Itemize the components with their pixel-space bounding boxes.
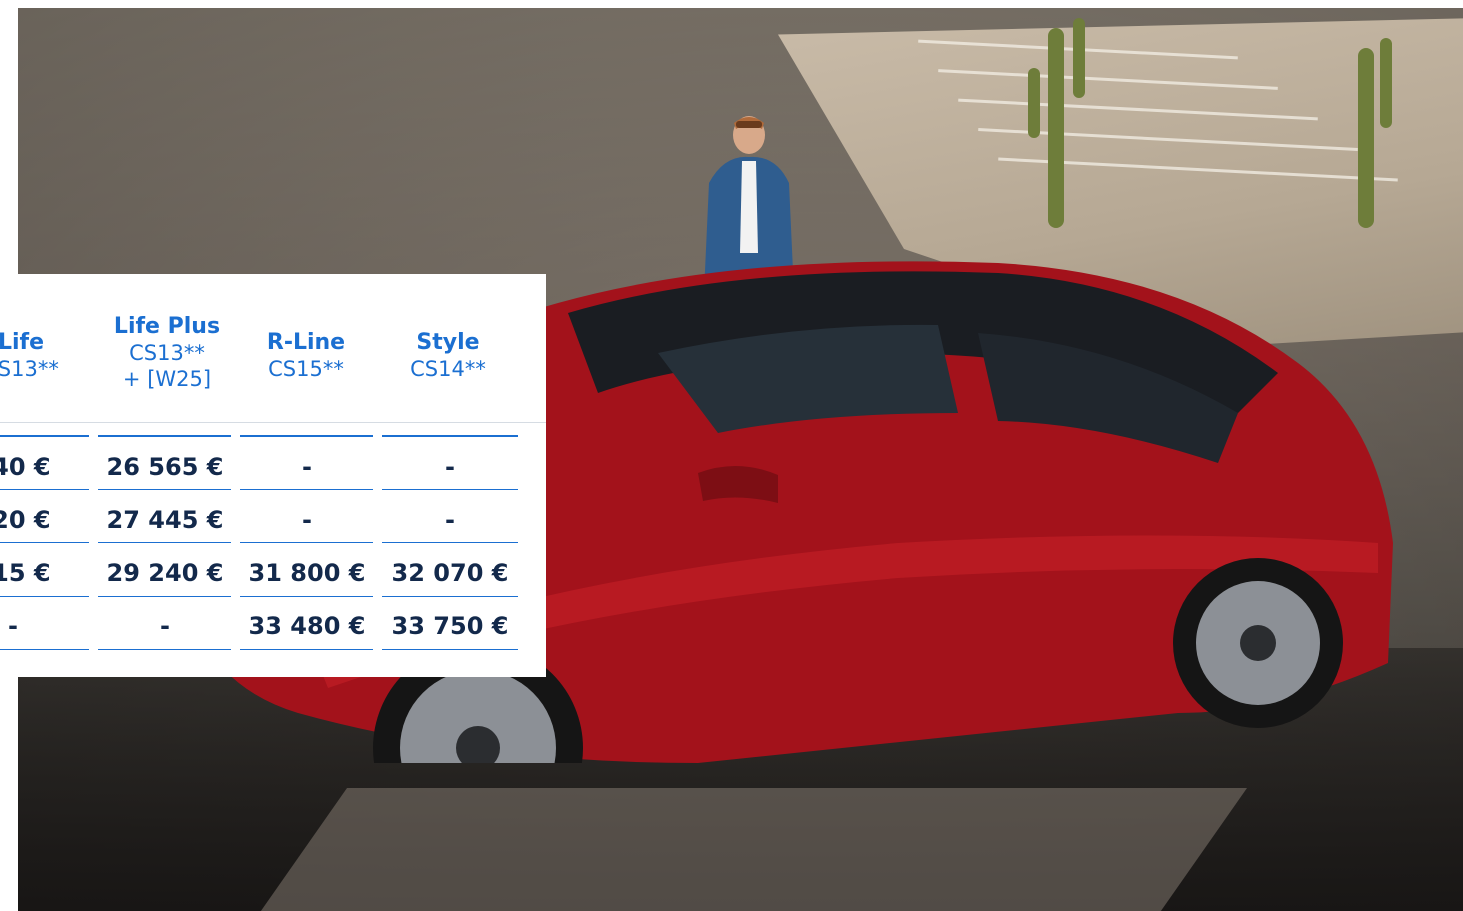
price-cell: 940 € xyxy=(0,453,51,481)
price-cell: - xyxy=(160,612,170,640)
row-rule xyxy=(240,649,373,650)
row-rule xyxy=(98,489,231,490)
row-rule xyxy=(98,542,231,543)
price-cell: - xyxy=(8,612,18,640)
row-rule xyxy=(0,649,89,650)
price-cell: - xyxy=(302,506,312,534)
row-rule xyxy=(0,542,89,543)
price-cell: 26 565 € xyxy=(106,453,224,481)
row-rule xyxy=(98,596,231,597)
price-cell: - xyxy=(302,453,312,481)
column-code: CS15** xyxy=(268,357,344,381)
header-divider xyxy=(0,422,546,423)
column-name: Life Plus xyxy=(113,314,221,339)
row-rule xyxy=(98,649,231,650)
cactus-decoration xyxy=(1358,48,1374,228)
row-rule xyxy=(382,542,518,543)
cactus-decoration xyxy=(1028,68,1040,138)
price-cell: 31 800 € xyxy=(248,559,366,587)
price-cell: 615 € xyxy=(0,559,51,587)
column-name: R-Line xyxy=(266,330,346,355)
cactus-decoration xyxy=(1048,28,1064,228)
cactus-decoration xyxy=(1073,18,1085,98)
price-cell: 27 445 € xyxy=(106,506,224,534)
row-rule xyxy=(240,596,373,597)
row-rule xyxy=(382,649,518,650)
column-name: Style xyxy=(416,330,480,355)
column-code: CS13** xyxy=(129,341,205,365)
row-rule xyxy=(0,596,89,597)
sunlight-patch xyxy=(248,788,1248,911)
column-header-r-line: R-Line CS15** xyxy=(235,330,377,382)
price-cell: 32 070 € xyxy=(391,559,509,587)
column-name: Life xyxy=(0,330,45,355)
column-header-life-plus: Life Plus CS13** + [W25] xyxy=(96,314,238,392)
row-rule xyxy=(382,596,518,597)
column-header-life: Life CS13** xyxy=(0,330,92,382)
row-rule xyxy=(240,542,373,543)
price-cell: 33 480 € xyxy=(248,612,366,640)
row-rule xyxy=(240,489,373,490)
price-cell: - xyxy=(445,453,455,481)
column-rule xyxy=(0,435,89,437)
row-rule xyxy=(0,489,89,490)
column-rule xyxy=(240,435,373,437)
column-header-style: Style CS14** xyxy=(377,330,519,382)
row-rule xyxy=(382,489,518,490)
column-extra: + [W25] xyxy=(122,367,212,391)
column-rule xyxy=(382,435,518,437)
price-cell: 33 750 € xyxy=(391,612,509,640)
price-cell: 820 € xyxy=(0,506,51,534)
price-cell: 29 240 € xyxy=(106,559,224,587)
price-cell: - xyxy=(445,506,455,534)
column-code: CS14** xyxy=(410,357,486,381)
price-table: Life CS13** Life Plus CS13** + [W25] R-L… xyxy=(0,274,546,677)
column-rule xyxy=(98,435,231,437)
cactus-decoration xyxy=(1380,38,1392,128)
column-code: CS13** xyxy=(0,357,59,381)
